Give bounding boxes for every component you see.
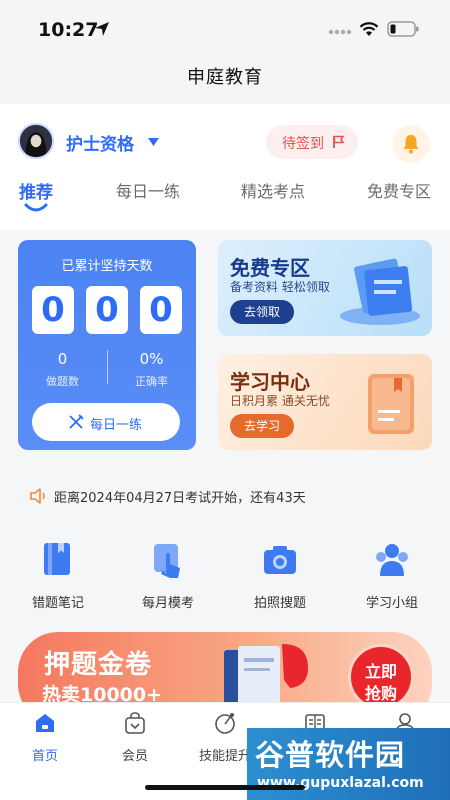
tool-label: 学习小组 [365, 596, 418, 611]
nav-home[interactable]: 首页 [0, 709, 90, 764]
location-arrow-icon [95, 22, 109, 36]
questions-label: 做题数 [46, 375, 79, 388]
nav-vip[interactable]: 会员 [90, 709, 180, 764]
documents-illustration-icon [340, 258, 420, 325]
tool-study-group[interactable]: 学习小组 [337, 540, 447, 612]
questions-count: 0 [57, 350, 68, 368]
study-center-card[interactable]: 学习中心 日积月累 通关无忧 去学习 [218, 354, 432, 450]
tool-label: 每月模考 [141, 596, 194, 611]
skill-icon [215, 713, 235, 734]
banner-title: 押题金卷 [44, 650, 153, 680]
speaker-icon [30, 488, 45, 504]
tool-label: 错题笔记 [31, 596, 84, 611]
checkin-button[interactable]: 待签到 [266, 125, 358, 159]
camera-icon [264, 546, 296, 574]
group-icon [376, 544, 408, 576]
tab-recommend[interactable]: 推荐 [19, 178, 53, 203]
nav-label: 会员 [121, 749, 148, 764]
checkin-label: 待签到 [282, 136, 324, 152]
watermark-title: 谷普软件园 [255, 738, 406, 772]
book-illustration-icon [368, 374, 414, 434]
notebook-icon [44, 543, 70, 575]
tab-free-zone[interactable]: 免费专区 [367, 178, 431, 202]
bell-icon [403, 135, 419, 154]
battery-icon [387, 21, 419, 37]
tool-label: 拍照搜题 [253, 596, 306, 611]
notification-button[interactable] [392, 125, 430, 163]
day-digit: 0 [86, 286, 128, 334]
pencil-cross-icon [69, 414, 84, 429]
flag-icon [333, 135, 345, 148]
tool-shortcuts: 错题笔记 每月模考 拍照搜题 学习小组 [0, 540, 450, 612]
signal-dots-icon [328, 29, 352, 35]
free-zone-subtitle: 备考资料 轻松领取 [230, 280, 330, 294]
app-title-bar: 申庭教育 [0, 58, 450, 104]
accuracy-label: 正确率 [135, 375, 168, 388]
day-digit: 0 [32, 286, 74, 334]
vip-bag-icon [125, 712, 145, 734]
buy-now-button[interactable]: 立即 抢购 [348, 644, 414, 710]
status-time: 10:27 [38, 19, 99, 41]
tool-mistake-notes[interactable]: 错题笔记 [3, 540, 113, 612]
status-bar: 10:27 [0, 0, 450, 58]
home-icon [36, 714, 54, 732]
free-zone-title: 免费专区 [230, 256, 310, 280]
buy-now-line1: 立即 [364, 662, 397, 681]
home-indicator [145, 785, 305, 790]
subject-selector[interactable]: 护士资格 [66, 130, 134, 155]
category-tabs: 推荐 每日一练 精选考点 免费专区 [0, 178, 450, 218]
countdown-text: 距离2024年04月27日考试开始，还有43天 [54, 491, 306, 506]
tool-photo-search[interactable]: 拍照搜题 [225, 540, 335, 612]
day-digit: 0 [140, 286, 182, 334]
app-title: 申庭教育 [187, 67, 263, 88]
study-center-button[interactable]: 去学习 [230, 414, 295, 438]
daily-practice-label: 每日一练 [90, 418, 143, 433]
nav-label: 首页 [31, 749, 58, 764]
accuracy-value: 0% [139, 350, 164, 368]
avatar-image [20, 125, 52, 157]
avatar[interactable] [18, 123, 54, 159]
free-zone-button[interactable]: 去领取 [230, 300, 295, 324]
buy-now-line2: 抢购 [364, 684, 397, 703]
persistence-card: 已累计坚持天数 0 0 0 0 做题数 0% 正确率 每日一练 [18, 240, 196, 450]
study-center-subtitle: 日积月累 通关无忧 [230, 394, 330, 408]
exam-touch-icon [154, 544, 180, 578]
wifi-icon [359, 22, 379, 36]
free-zone-card[interactable]: 免费专区 备考资料 轻松领取 去领取 [218, 240, 432, 336]
study-center-title: 学习中心 [230, 370, 310, 394]
persistence-title: 已累计坚持天数 [61, 259, 153, 274]
tab-daily-practice[interactable]: 每日一练 [116, 178, 180, 202]
tab-active-indicator [24, 203, 48, 212]
tool-monthly-exam[interactable]: 每月模考 [113, 540, 223, 612]
daily-practice-button[interactable]: 每日一练 [32, 403, 180, 441]
caret-down-icon[interactable] [147, 137, 160, 147]
tab-key-points[interactable]: 精选考点 [241, 178, 305, 202]
